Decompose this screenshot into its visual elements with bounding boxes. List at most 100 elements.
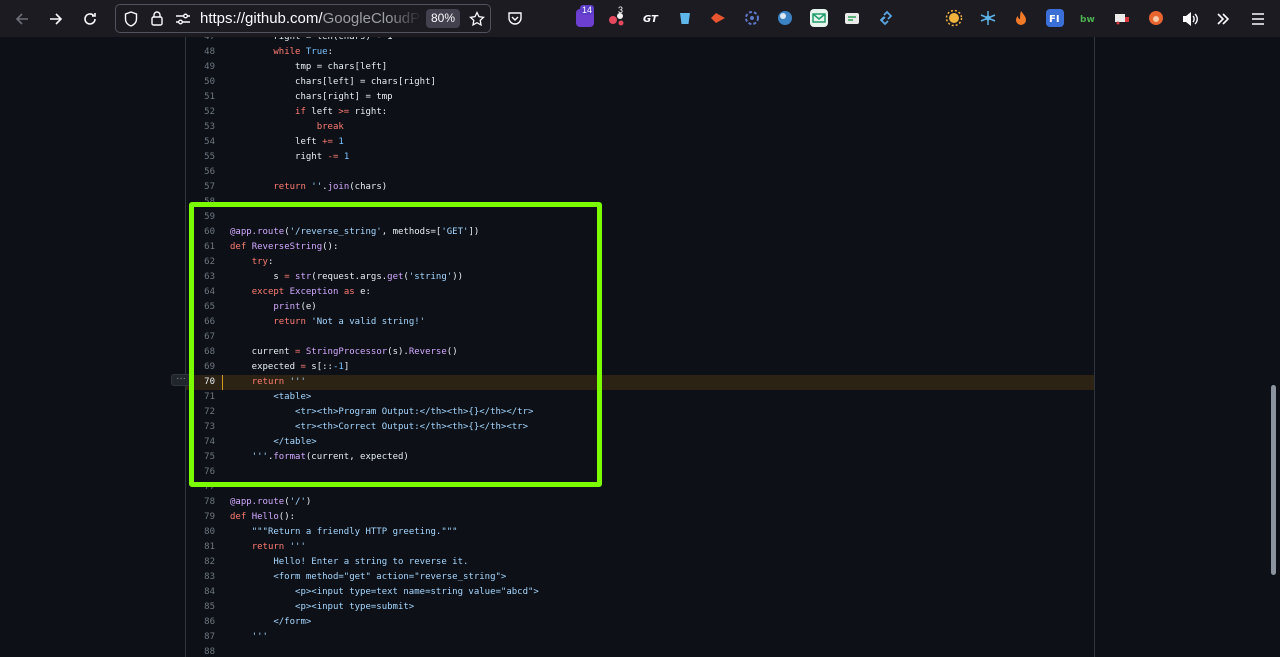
line-number[interactable]: 54 xyxy=(186,135,215,150)
line-source: def Hello(): xyxy=(230,511,296,522)
code-line: 47 right = len(chars) - 1 xyxy=(186,37,1094,45)
line-source: Hello! Enter a string to reverse it. xyxy=(230,556,469,567)
address-bar[interactable]: https://github.com/GoogleCloudPl 80% xyxy=(115,4,491,33)
line-number[interactable]: 85 xyxy=(186,600,215,615)
line-number[interactable]: 52 xyxy=(186,105,215,120)
pocket-icon[interactable] xyxy=(504,0,526,37)
extension-bw-icon[interactable]: bw xyxy=(1079,9,1097,27)
extension-star-network-icon[interactable] xyxy=(979,9,997,27)
reload-icon[interactable] xyxy=(76,0,104,37)
line-number[interactable]: 49 xyxy=(186,60,215,75)
back-arrow-icon[interactable] xyxy=(8,0,36,37)
line-source: return ''.join(chars) xyxy=(273,181,388,192)
extension-flame-icon[interactable] xyxy=(1012,9,1030,27)
line-options-button[interactable]: ··· xyxy=(171,374,191,386)
line-source: right -= 1 xyxy=(230,151,350,162)
line-source: tmp = chars[left] xyxy=(230,61,388,72)
code-line: 87 ''' xyxy=(186,630,1094,645)
code-line: 52 if left >= right: xyxy=(186,105,1094,120)
code-line: 55 right -= 1 xyxy=(186,150,1094,165)
line-number[interactable]: 79 xyxy=(186,510,215,525)
github-file-view: 47 right = len(chars) - 148 while True:4… xyxy=(0,37,1280,657)
line-number[interactable]: 80 xyxy=(186,525,215,540)
page-scrollbar[interactable] xyxy=(1268,37,1280,657)
code-line: 81 return ''' xyxy=(186,540,1094,555)
line-number[interactable]: 83 xyxy=(186,570,215,585)
extension-fish-icon[interactable] xyxy=(709,9,727,27)
line-number[interactable]: 57 xyxy=(186,180,215,195)
line-number[interactable]: 55 xyxy=(186,150,215,165)
extension-cog-icon[interactable] xyxy=(743,9,761,27)
extension-badge: 14 xyxy=(580,5,595,15)
line-number[interactable]: 82 xyxy=(186,555,215,570)
extension-fox-icon[interactable] xyxy=(1147,9,1165,27)
line-source: while True: xyxy=(273,46,333,57)
line-source: <p><input type=submit> xyxy=(230,601,415,612)
star-bookmark-icon[interactable] xyxy=(466,5,488,32)
code-line: 84 <p><input type=text name=string value… xyxy=(186,585,1094,600)
url-text[interactable]: https://github.com/GoogleCloudPl xyxy=(200,5,422,32)
extension-gt-icon[interactable]: GT xyxy=(642,9,660,27)
code-line: 86 </form> xyxy=(186,615,1094,630)
line-number[interactable]: 88 xyxy=(186,645,215,657)
extension-truck-icon[interactable] xyxy=(1113,9,1131,27)
code-line: 54 left += 1 xyxy=(186,135,1094,150)
zoom-level-button[interactable]: 80% xyxy=(426,9,460,28)
line-number[interactable]: 50 xyxy=(186,75,215,90)
overflow-chevrons-icon[interactable] xyxy=(1211,0,1235,37)
line-source: right = len(chars) - 1 xyxy=(230,37,392,45)
line-source: ''' xyxy=(230,631,268,642)
code-line: 79 def Hello(): xyxy=(186,510,1094,525)
code-line: 57 return ''.join(chars) xyxy=(186,180,1094,195)
line-source: @app.route('/') xyxy=(230,496,312,507)
extension-bucket-icon[interactable] xyxy=(676,9,694,27)
line-number[interactable]: 47 xyxy=(186,37,215,45)
code-line: 49 tmp = chars[left] xyxy=(186,60,1094,75)
code-line: 82 Hello! Enter a string to reverse it. xyxy=(186,555,1094,570)
line-source: chars[right] = tmp xyxy=(230,91,393,102)
code-line: 83 <form method="get" action="reverse_st… xyxy=(186,570,1094,585)
code-line: 85 <p><input type=submit> xyxy=(186,600,1094,615)
extension-fi-icon[interactable]: FI xyxy=(1046,9,1064,27)
line-number[interactable]: 84 xyxy=(186,585,215,600)
extension-link-icon[interactable] xyxy=(877,9,895,27)
extension-badge-count: 3 xyxy=(618,5,624,15)
line-source: </form> xyxy=(230,616,312,627)
svg-text:bw: bw xyxy=(1080,15,1095,25)
hamburger-menu-icon[interactable] xyxy=(1246,0,1270,37)
code-line: 88 xyxy=(186,645,1094,657)
line-source: break xyxy=(316,121,344,132)
svg-text:FI: FI xyxy=(1049,14,1060,25)
scrollbar-thumb[interactable] xyxy=(1271,385,1276,575)
extension-globe-icon[interactable] xyxy=(776,9,794,27)
extension-doc-icon[interactable] xyxy=(843,9,861,27)
code-line: 56 xyxy=(186,165,1094,180)
permissions-icon[interactable] xyxy=(172,5,194,32)
line-source: chars[left] = chars[right] xyxy=(230,76,436,87)
code-line: 50 chars[left] = chars[right] xyxy=(186,75,1094,90)
line-number[interactable]: 56 xyxy=(186,165,215,180)
line-number[interactable]: 51 xyxy=(186,90,215,105)
lock-icon[interactable] xyxy=(146,5,168,32)
volume-icon[interactable] xyxy=(1178,0,1202,37)
line-number[interactable]: 87 xyxy=(186,630,215,645)
code-line: 53 break xyxy=(186,120,1094,135)
extension-mail-icon[interactable] xyxy=(810,9,828,27)
code-line: 80 """Return a friendly HTTP greeting.""… xyxy=(186,525,1094,540)
line-source: <p><input type=text name=string value="a… xyxy=(230,586,539,597)
line-number[interactable]: 86 xyxy=(186,615,215,630)
line-number[interactable]: 81 xyxy=(186,540,215,555)
shield-icon[interactable] xyxy=(120,5,142,32)
extension-sun-icon[interactable] xyxy=(945,9,963,27)
line-number[interactable]: 53 xyxy=(186,120,215,135)
svg-text:GT: GT xyxy=(643,14,659,25)
url-path: GoogleCloudPl xyxy=(322,10,422,27)
line-source: left += 1 xyxy=(230,136,344,147)
line-number[interactable]: 78 xyxy=(186,495,215,510)
line-source: """Return a friendly HTTP greeting.""" xyxy=(251,526,458,537)
forward-arrow-icon[interactable] xyxy=(42,0,70,37)
browser-toolbar: https://github.com/GoogleCloudPl 80% 14 … xyxy=(0,0,1280,37)
line-number[interactable]: 48 xyxy=(186,45,215,60)
code-line: 48 while True: xyxy=(186,45,1094,60)
url-host: https://github.com/ xyxy=(200,10,323,27)
